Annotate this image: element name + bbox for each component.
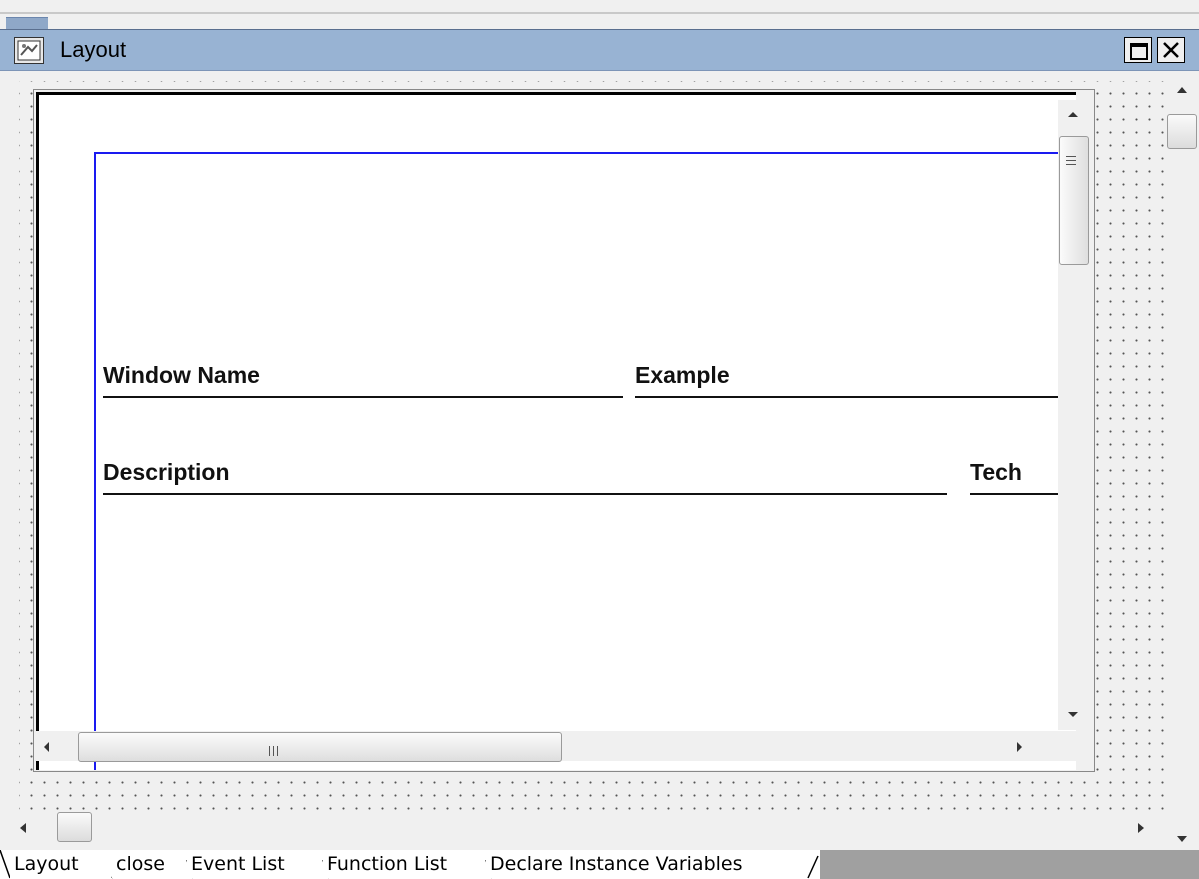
top-background [0, 0, 1199, 30]
horizontal-scroll-thumb[interactable] [78, 732, 562, 762]
datawindow-content[interactable]: Window Name Example Description Tech [36, 92, 1076, 770]
painter-icon [14, 37, 44, 64]
scroll-right-arrow-icon[interactable] [1138, 823, 1144, 833]
tab-event-list[interactable]: Event List [187, 850, 289, 878]
close-button[interactable] [1157, 37, 1185, 63]
tab-layout[interactable]: Layout [10, 850, 83, 878]
close-icon [1163, 42, 1179, 58]
report-band-border [94, 152, 1076, 770]
scroll-down-arrow-icon[interactable] [1177, 836, 1187, 842]
tab-declare-instance-variables[interactable]: Declare Instance Variables [486, 850, 747, 878]
scroll-up-arrow-icon[interactable] [1177, 87, 1187, 93]
title-bar[interactable]: Layout [0, 30, 1199, 71]
grip-icon [1066, 156, 1076, 166]
description-label: Description [103, 459, 230, 485]
maximize-button[interactable] [1124, 37, 1152, 63]
vertical-scroll-thumb[interactable] [1167, 114, 1197, 149]
window-title: Layout [60, 37, 127, 62]
window-name-label: Window Name [103, 362, 260, 388]
layout-canvas[interactable]: Window Name Example Description Tech [19, 81, 1165, 810]
horizontal-scroll-thumb[interactable] [57, 812, 92, 842]
scroll-left-arrow-icon[interactable] [44, 742, 49, 752]
scroll-right-arrow-icon[interactable] [1017, 742, 1022, 752]
grip-icon [269, 741, 283, 756]
scrollbar-corner [1058, 731, 1088, 761]
tech-label: Tech [970, 459, 1022, 485]
layout-window: Layout Window Name Example Description T… [0, 29, 1199, 879]
datawindow-control[interactable]: Window Name Example Description Tech [33, 89, 1095, 772]
datawindow-vertical-scrollbar[interactable] [1058, 100, 1089, 730]
view-tab-bar: Layout close Event List Function List De… [0, 850, 1199, 879]
window-vertical-scrollbar[interactable] [1165, 81, 1199, 842]
tab-close[interactable]: close [112, 850, 169, 878]
description-underline [103, 493, 947, 495]
example-underline [635, 396, 1076, 398]
scroll-down-arrow-icon[interactable] [1068, 712, 1078, 717]
tab-function-list[interactable]: Function List [323, 850, 452, 878]
top-divider [0, 12, 1199, 14]
datawindow-horizontal-scrollbar[interactable] [36, 731, 1058, 762]
example-label: Example [635, 362, 730, 388]
scroll-left-arrow-icon[interactable] [20, 823, 26, 833]
window-name-underline [103, 396, 623, 398]
scroll-up-arrow-icon[interactable] [1068, 112, 1078, 117]
window-horizontal-scrollbar[interactable] [20, 810, 1165, 844]
